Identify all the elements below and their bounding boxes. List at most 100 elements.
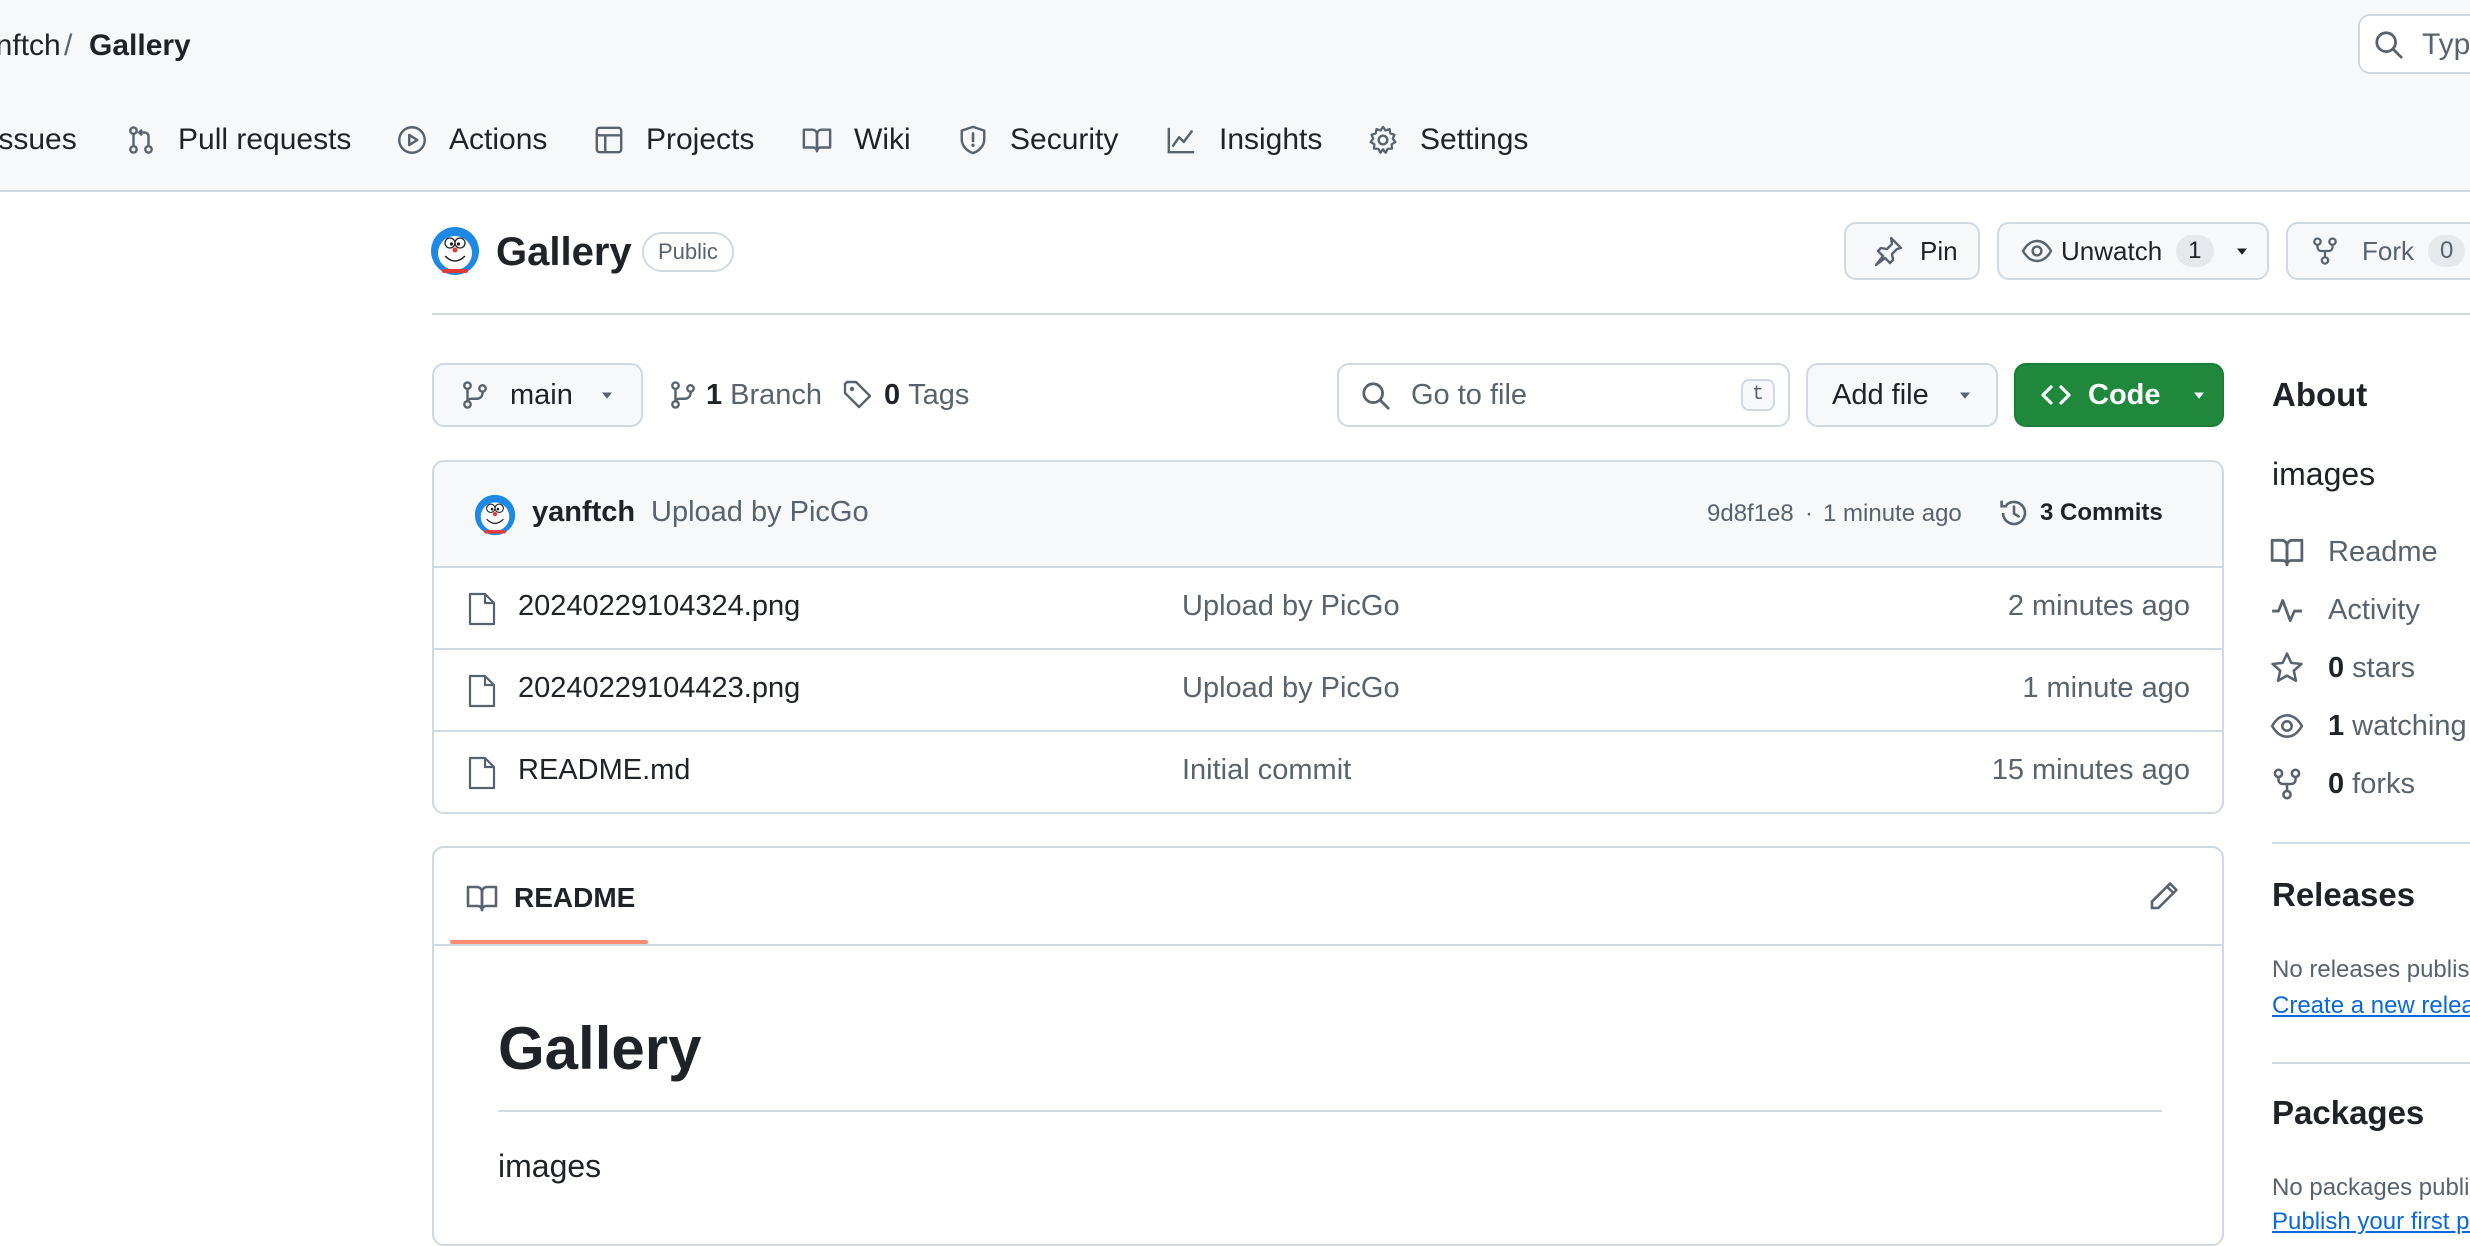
- tab-security[interactable]: Security: [958, 114, 1118, 166]
- code-icon: [2041, 385, 2071, 405]
- tab-actions-label: Actions: [449, 123, 548, 156]
- activity-link[interactable]: Activity: [2270, 588, 2420, 632]
- file-name[interactable]: 20240229104324.png: [518, 590, 800, 623]
- branch-selector[interactable]: main: [432, 363, 643, 427]
- table-icon: [595, 126, 623, 154]
- tab-insights[interactable]: Insights: [1165, 114, 1322, 166]
- avatar-icon: [431, 227, 479, 275]
- about-heading: About: [2272, 376, 2368, 413]
- create-release-link[interactable]: Create a new release: [2272, 992, 2470, 1020]
- packages-empty-text: No packages published: [2272, 1174, 2470, 1201]
- file-icon: [468, 592, 496, 626]
- file-time: 15 minutes ago: [1991, 754, 2190, 786]
- forks-label: forks: [2352, 767, 2415, 800]
- gear-icon: [1369, 125, 1397, 154]
- readme-tab-underline: [450, 940, 648, 944]
- breadcrumb-repo[interactable]: Gallery: [89, 26, 191, 66]
- readme-body: images: [498, 1148, 602, 1184]
- file-commit-message[interactable]: Initial commit: [1182, 754, 1351, 787]
- chevron-down-icon: [2193, 392, 2204, 399]
- stars-link[interactable]: 0 stars: [2270, 646, 2415, 690]
- pin-button[interactable]: Pin: [1844, 222, 1980, 280]
- tab-issues-label: Issues: [0, 123, 77, 156]
- unwatch-button[interactable]: Unwatch 1: [1997, 222, 2269, 280]
- releases-heading[interactable]: Releases: [2272, 876, 2415, 914]
- tab-settings-label: Settings: [1420, 123, 1529, 156]
- fork-icon: [2313, 237, 2337, 265]
- chevron-down-icon: [1959, 392, 1970, 399]
- breadcrumb-owner[interactable]: yanftch: [0, 26, 61, 66]
- star-icon: [2271, 652, 2303, 683]
- shield-icon: [960, 125, 986, 155]
- commit-author[interactable]: yanftch: [532, 496, 635, 529]
- fork-count: 0: [2428, 235, 2466, 267]
- fork-button[interactable]: Fork 0: [2286, 222, 2470, 280]
- keyboard-shortcut-hint: t: [1741, 379, 1775, 411]
- tab-wiki[interactable]: Wiki: [802, 114, 911, 166]
- tab-security-label: Security: [1010, 123, 1119, 156]
- tag-icon: [843, 380, 872, 409]
- file-commit-message[interactable]: Upload by PicGo: [1182, 590, 1400, 623]
- watching-label: watching: [2352, 709, 2467, 742]
- sidebar-divider: [2272, 842, 2470, 844]
- watching-count: 1: [2328, 709, 2345, 742]
- tab-issues[interactable]: Issues: [0, 114, 77, 166]
- global-search-input[interactable]: Type: [2358, 14, 2470, 74]
- graph-icon: [1167, 127, 1195, 154]
- watchers-link[interactable]: 1 watching: [2270, 704, 2467, 748]
- forks-link[interactable]: 0 forks: [2270, 762, 2415, 806]
- history-icon: [2000, 500, 2027, 526]
- go-to-file-input[interactable]: Go to file t: [1337, 363, 1790, 427]
- repo-header: yanftch / Gallery Type Issues Pull reque…: [0, 0, 2470, 192]
- readme-link[interactable]: Readme: [2270, 530, 2438, 574]
- global-search-placeholder: Type: [2422, 28, 2470, 61]
- commits-history-link[interactable]: 3 Commits: [1998, 494, 2163, 532]
- tab-pull-requests[interactable]: Pull requests: [126, 114, 351, 166]
- tags-link[interactable]: 0 Tags: [842, 374, 969, 416]
- visibility-badge: Public: [642, 232, 734, 272]
- publish-package-link[interactable]: Publish your first package: [2272, 1208, 2470, 1236]
- tags-label: Tags: [908, 378, 970, 411]
- readme-tab[interactable]: README: [466, 878, 635, 918]
- tab-pull-requests-label: Pull requests: [178, 123, 352, 156]
- code-button[interactable]: Code: [2014, 363, 2224, 427]
- readme-panel: README Gallery images: [432, 846, 2224, 1246]
- packages-heading[interactable]: Packages: [2272, 1094, 2424, 1132]
- file-name[interactable]: 20240229104423.png: [518, 672, 800, 705]
- author-avatar[interactable]: [474, 494, 516, 536]
- file-row[interactable]: 20240229104423.png Upload by PicGo 1 min…: [434, 648, 2222, 732]
- file-icon: [468, 674, 496, 708]
- tab-settings[interactable]: Settings: [1368, 114, 1528, 166]
- commit-hash[interactable]: 9d8f1e8: [1707, 500, 1794, 528]
- file-row[interactable]: 20240229104324.png Upload by PicGo 2 min…: [434, 566, 2222, 650]
- repo-name[interactable]: Gallery: [496, 226, 632, 278]
- branches-link[interactable]: 1 Branch: [668, 374, 822, 416]
- breadcrumb-separator: /: [64, 29, 73, 62]
- add-file-button[interactable]: Add file: [1806, 363, 1998, 427]
- file-row[interactable]: README.md Initial commit 15 minutes ago: [434, 730, 2222, 812]
- book-icon: [2270, 538, 2304, 567]
- pin-icon: [1874, 236, 1903, 267]
- about-description: images: [2272, 456, 2376, 492]
- latest-commit-bar: yanftch Upload by PicGo 9d8f1e8 · 1 minu…: [434, 462, 2222, 566]
- tab-projects-label: Projects: [646, 123, 755, 156]
- file-time: 1 minute ago: [2022, 672, 2190, 704]
- branches-count: 1: [706, 378, 723, 411]
- book-icon: [466, 885, 498, 912]
- readme-link-label: Readme: [2328, 535, 2438, 568]
- eye-icon: [2021, 239, 2053, 263]
- commit-time: 1 minute ago: [1823, 500, 1962, 527]
- tab-actions[interactable]: Actions: [397, 114, 547, 166]
- unwatch-label: Unwatch: [2061, 235, 2163, 266]
- add-file-label: Add file: [1832, 378, 1929, 411]
- commit-message[interactable]: Upload by PicGo: [651, 496, 869, 529]
- repo-owner-avatar[interactable]: [430, 226, 480, 276]
- releases-empty-text: No releases published: [2272, 956, 2470, 983]
- stars-count: 0: [2328, 651, 2345, 684]
- file-name[interactable]: README.md: [518, 754, 690, 787]
- pencil-icon[interactable]: [2148, 880, 2180, 912]
- play-icon: [398, 126, 426, 154]
- file-commit-message[interactable]: Upload by PicGo: [1182, 672, 1400, 705]
- chevron-down-icon: [2236, 248, 2247, 255]
- tab-projects[interactable]: Projects: [594, 114, 754, 166]
